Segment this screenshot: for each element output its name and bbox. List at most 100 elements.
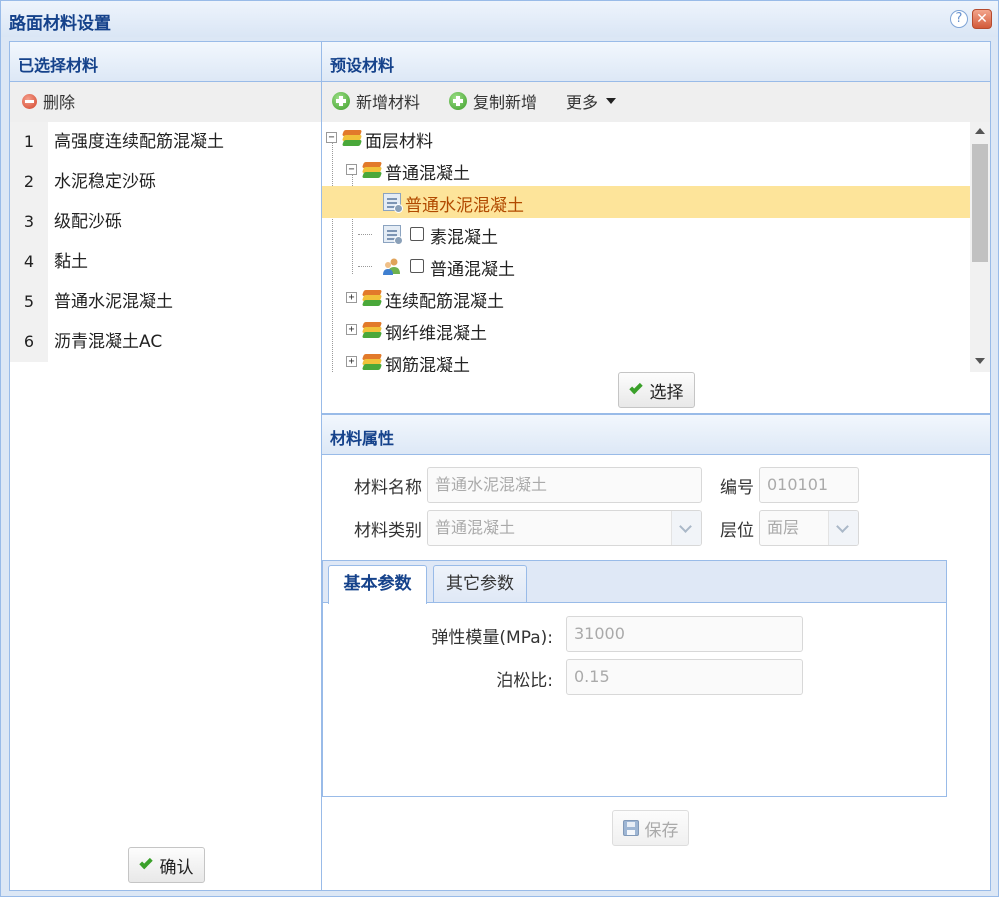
- row-number: 6: [10, 322, 48, 362]
- scroll-up-icon[interactable]: [975, 128, 985, 134]
- material-doc-icon: [383, 193, 403, 213]
- user-material-icon: [383, 258, 400, 275]
- tree-scrollbar[interactable]: [970, 122, 990, 372]
- preset-materials-header: 预设材料: [322, 42, 990, 82]
- layers-icon: [341, 130, 363, 146]
- preset-tree: − 面层材料 − 普通混凝土 普通水泥混凝土 素混凝土 普通混凝土 + 连续配筋…: [322, 122, 970, 372]
- check-icon: [628, 380, 643, 395]
- tree-node-leaf[interactable]: 素混凝土: [322, 218, 970, 250]
- material-name: 沥青混凝土AC: [54, 332, 163, 352]
- close-icon[interactable]: ✕: [972, 9, 992, 29]
- select-button-label: 选择: [649, 382, 684, 403]
- scroll-down-icon[interactable]: [975, 358, 985, 364]
- material-name: 水泥稳定沙砾: [54, 172, 156, 192]
- tree-node-leaf[interactable]: 普通混凝土: [322, 250, 970, 282]
- tree-node-selected[interactable]: 普通水泥混凝土: [322, 186, 970, 218]
- chevron-down-icon: [606, 98, 617, 104]
- delete-button-label: 删除: [43, 93, 76, 112]
- layer-value: 面层: [767, 518, 800, 537]
- row-number: 2: [10, 162, 48, 202]
- selected-materials-header: 已选择材料: [10, 42, 321, 82]
- save-button-label: 保存: [644, 820, 679, 841]
- list-item[interactable]: 4 黏土: [10, 242, 321, 282]
- layer-label: 层位: [720, 521, 754, 541]
- chevron-down-icon[interactable]: [828, 511, 858, 545]
- scroll-thumb[interactable]: [972, 144, 988, 262]
- tree-node-label: 普通混凝土: [430, 260, 515, 280]
- tree-node-label: 普通水泥混凝土: [405, 196, 524, 216]
- tree-node-label: 素混凝土: [430, 228, 498, 248]
- material-name: 黏土: [54, 252, 88, 272]
- material-name: 普通水泥混凝土: [54, 292, 173, 312]
- copy-add-button[interactable]: 复制新增: [449, 89, 537, 113]
- node-checkbox[interactable]: [410, 227, 424, 241]
- confirm-button-label: 确认: [159, 857, 194, 878]
- expand-icon[interactable]: +: [346, 292, 357, 303]
- modulus-field[interactable]: 31000: [566, 616, 803, 652]
- layers-icon: [361, 290, 383, 306]
- selected-toolbar: 删除: [10, 82, 321, 122]
- list-item[interactable]: 5 普通水泥混凝土: [10, 282, 321, 322]
- material-name-label: 材料名称: [354, 478, 422, 498]
- title-bar: 路面材料设置 ? ✕: [1, 1, 998, 37]
- add-icon: [449, 92, 467, 110]
- confirm-button[interactable]: 确认: [128, 847, 205, 883]
- row-number: 4: [10, 242, 48, 282]
- tree-node-group[interactable]: + 连续配筋混凝土: [322, 282, 970, 314]
- check-icon: [138, 855, 153, 870]
- tree-node-label: 钢纤维混凝土: [385, 324, 487, 344]
- poisson-label: 泊松比:: [496, 671, 553, 691]
- collapse-icon[interactable]: −: [346, 164, 357, 175]
- code-label: 编号: [720, 478, 754, 498]
- material-doc-icon: [383, 225, 403, 245]
- parameter-tab-panel: 基本参数 其它参数 弹性模量(MPa): 31000 泊松比: 0.15: [322, 560, 947, 797]
- material-settings-window: 路面材料设置 ? ✕ 已选择材料 删除 1 高强度连续配筋混凝土 2 水泥稳定沙…: [0, 0, 999, 897]
- material-name-field[interactable]: 普通水泥混凝土: [427, 467, 702, 503]
- material-category-combo[interactable]: 普通混凝土: [427, 510, 702, 546]
- expand-icon[interactable]: +: [346, 324, 357, 335]
- material-category-label: 材料类别: [354, 521, 422, 541]
- select-button[interactable]: 选择: [618, 372, 695, 408]
- tab-other-params[interactable]: 其它参数: [433, 565, 527, 602]
- preset-toolbar: 新增材料 复制新增 更多: [322, 82, 990, 122]
- layer-combo[interactable]: 面层: [759, 510, 859, 546]
- preset-materials-panel: 预设材料 新增材料 复制新增 更多 − 面层材料 − 普通混凝土 普通水泥混凝土…: [321, 41, 991, 414]
- code-field[interactable]: 010101: [759, 467, 859, 503]
- layers-icon: [361, 162, 383, 178]
- layers-icon: [361, 322, 383, 338]
- tab-bar: 基本参数 其它参数: [323, 561, 946, 604]
- save-button[interactable]: 保存: [612, 810, 689, 846]
- tree-node-label: 面层材料: [365, 132, 433, 152]
- selected-materials-panel: 已选择材料 删除 1 高强度连续配筋混凝土 2 水泥稳定沙砾 3 级配沙砾 4 …: [9, 41, 322, 891]
- row-number: 5: [10, 282, 48, 322]
- poisson-field[interactable]: 0.15: [566, 659, 803, 695]
- tree-node-group[interactable]: + 钢纤维混凝土: [322, 314, 970, 346]
- material-name: 级配沙砾: [54, 212, 122, 232]
- tree-node-label: 钢筋混凝土: [385, 356, 470, 372]
- row-number: 3: [10, 202, 48, 242]
- material-name: 高强度连续配筋混凝土: [54, 132, 224, 152]
- more-menu-button[interactable]: 更多: [566, 89, 617, 113]
- add-icon: [332, 92, 350, 110]
- list-item[interactable]: 6 沥青混凝土AC: [10, 322, 321, 362]
- material-properties-header: 材料属性: [322, 415, 990, 455]
- tree-node-root[interactable]: − 面层材料: [322, 122, 970, 154]
- list-item[interactable]: 1 高强度连续配筋混凝土: [10, 122, 321, 162]
- collapse-icon[interactable]: −: [326, 132, 337, 143]
- expand-icon[interactable]: +: [346, 356, 357, 367]
- tree-node-label: 连续配筋混凝土: [385, 292, 504, 312]
- delete-button[interactable]: 删除: [22, 89, 75, 113]
- layers-icon: [361, 354, 383, 370]
- more-label: 更多: [566, 93, 599, 112]
- node-checkbox[interactable]: [410, 259, 424, 273]
- help-icon[interactable]: ?: [950, 10, 968, 28]
- list-item[interactable]: 3 级配沙砾: [10, 202, 321, 242]
- list-item[interactable]: 2 水泥稳定沙砾: [10, 162, 321, 202]
- tree-node-group[interactable]: − 普通混凝土: [322, 154, 970, 186]
- material-properties-panel: 材料属性 材料名称 普通水泥混凝土 编号 010101 材料类别 普通混凝土 层…: [321, 414, 991, 891]
- window-title: 路面材料设置: [9, 14, 111, 34]
- chevron-down-icon[interactable]: [671, 511, 701, 545]
- add-material-button[interactable]: 新增材料: [332, 89, 420, 113]
- tab-basic-params[interactable]: 基本参数: [328, 565, 427, 604]
- tree-node-group[interactable]: + 钢筋混凝土: [322, 346, 970, 372]
